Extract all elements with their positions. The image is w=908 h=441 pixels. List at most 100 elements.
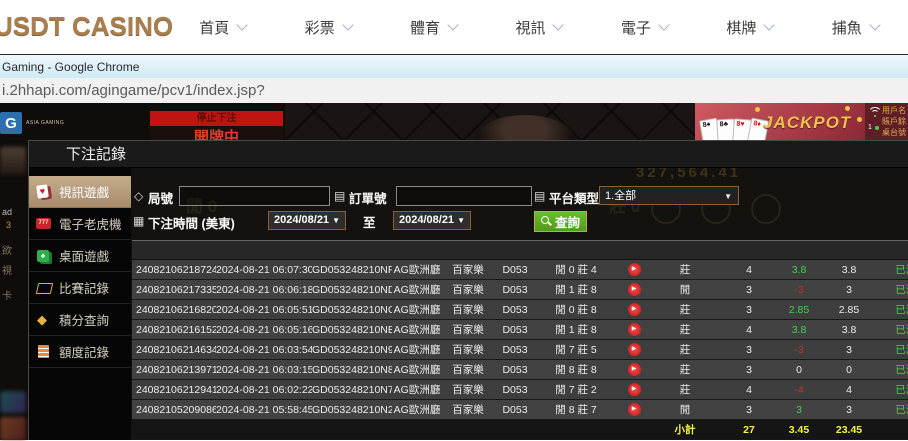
bet-records-modal: 下注記錄 視訊遊戲 電子老虎機 桌面遊戲 比賽記錄 積分查詢	[28, 140, 908, 440]
card-suit-icon: ♥	[740, 121, 745, 128]
cell-platform: AG歐洲廳	[392, 262, 442, 277]
sidebar-item[interactable]: 比賽記錄	[29, 272, 131, 304]
cell-status: 已派彩	[880, 322, 908, 337]
cell-replay	[616, 303, 652, 316]
page-fragment: ad	[2, 207, 12, 217]
nav-item-label: 視訊	[515, 17, 545, 38]
nav-item[interactable]: 彩票	[305, 17, 352, 38]
table-row: 240821062168207 2024-08-21 06:05:51 GD05…	[132, 300, 908, 320]
cell-payout: 2.85	[780, 304, 818, 316]
sidebar-item[interactable]: 桌面遊戲	[29, 240, 131, 272]
subtotal-payout: 3.45	[780, 424, 818, 436]
sidebar-item[interactable]: 電子老虎機	[29, 208, 131, 240]
bet-time-label: 下注時間 (美東)	[148, 213, 235, 232]
subtotal-label: 小計	[652, 422, 718, 437]
sidebar-item[interactable]: 積分查詢	[29, 304, 131, 336]
cell-valid-bet: 3	[818, 404, 880, 416]
replay-button[interactable]	[628, 263, 641, 276]
cell-bet-on: 莊	[652, 342, 718, 357]
cell-replay	[616, 343, 652, 356]
jackpot-label: JACKPOT	[763, 113, 851, 133]
order-no-input[interactable]	[396, 186, 532, 206]
cell-bet-time: 2024-08-21 06:02:22	[216, 384, 312, 396]
replay-button[interactable]	[628, 303, 641, 316]
wifi-icon	[868, 107, 882, 119]
cell-order-no: 240821062129410	[132, 384, 216, 396]
cell-replay	[616, 363, 652, 376]
clipboard-icon: ▤	[334, 189, 345, 203]
cell-valid-bet: 3	[818, 284, 880, 296]
cell-total-bet: 3	[718, 304, 780, 316]
cell-platform: AG歐洲廳	[392, 382, 442, 397]
chrome-titlebar[interactable]: Gaming - Google Chrome	[0, 54, 908, 78]
cell-table-no: D053	[494, 364, 536, 376]
sidebar-item-label: 積分查詢	[59, 310, 109, 329]
cell-order-no: 240821062146342	[132, 344, 216, 356]
cell-game-type: 百家樂	[442, 282, 494, 297]
date-from-picker[interactable]: 2024/08/21▼	[268, 211, 346, 230]
cell-game-type: 百家樂	[442, 382, 494, 397]
cell-valid-bet: 3	[818, 344, 880, 356]
card-suit-icon: ♣	[723, 121, 728, 128]
site-logo: USDT CASINO	[0, 11, 173, 42]
cell-result: 閒 7 莊 5	[536, 342, 616, 357]
cell-bet-on: 莊	[652, 382, 718, 397]
chevron-down-icon	[764, 19, 775, 30]
cell-total-bet: 3	[718, 344, 780, 356]
sidebar-item-icon	[36, 280, 53, 296]
round-no-input[interactable]	[179, 186, 330, 206]
date-to-picker[interactable]: 2024/08/21▼	[393, 211, 471, 230]
background-blur	[0, 391, 26, 413]
cell-replay	[616, 263, 652, 276]
cell-round-no: GD053248210N2	[312, 404, 392, 416]
cell-bet-time: 2024-08-21 06:06:18	[216, 284, 312, 296]
nav-item-label: 捕魚	[832, 17, 862, 38]
platform-type-select[interactable]: 1.全部 ▼	[599, 186, 739, 205]
replay-button[interactable]	[628, 343, 641, 356]
cell-round-no: GD053248210N7	[312, 384, 392, 396]
nav-item[interactable]: 捕魚	[832, 17, 879, 38]
status-dot	[875, 126, 879, 130]
nav-item[interactable]: 電子	[621, 17, 668, 38]
sidebar-item[interactable]: 額度記錄	[29, 336, 131, 368]
nav-item[interactable]: 首頁	[199, 17, 246, 38]
cell-status: 已派彩	[880, 342, 908, 357]
sidebar-item-icon	[36, 184, 53, 200]
modal-sidebar: 視訊遊戲 電子老虎機 桌面遊戲 比賽記錄 積分查詢 額度記錄	[29, 168, 131, 440]
cell-table-no: D053	[494, 384, 536, 396]
replay-button[interactable]	[628, 283, 641, 296]
cell-game-type: 百家樂	[442, 302, 494, 317]
background-blur	[0, 417, 26, 441]
nav-item[interactable]: 視訊	[515, 17, 562, 38]
replay-button[interactable]	[628, 363, 641, 376]
nav-item[interactable]: 棋牌	[726, 17, 773, 38]
subtotal-row: 小計 27 3.45 23.45	[132, 420, 908, 440]
cell-platform: AG歐洲廳	[392, 282, 442, 297]
nav-item[interactable]: 體育	[410, 17, 457, 38]
modal-title: 下注記錄	[29, 141, 908, 168]
dropdown-caret-icon: ▼	[332, 216, 340, 225]
cell-game-type: 百家樂	[442, 402, 494, 417]
nav-item-label: 電子	[621, 17, 651, 38]
coin-icon	[857, 117, 862, 122]
replay-button[interactable]	[628, 403, 641, 416]
to-label: 至	[363, 212, 376, 231]
search-button[interactable]: 查詢	[534, 211, 587, 232]
cell-order-no: 240821062173354	[132, 284, 216, 296]
cell-bet-on: 莊	[652, 262, 718, 277]
provider-name: ASIA GAMING	[26, 120, 64, 126]
cell-bet-time: 2024-08-21 06:03:54	[216, 344, 312, 356]
cell-status: 已派彩	[880, 402, 908, 417]
cell-round-no: GD053248210NF	[312, 264, 392, 276]
jackpot-panel: 8♠8♣8♥8♦ JACKPOT	[695, 103, 865, 140]
replay-button[interactable]	[628, 323, 641, 336]
sidebar-item[interactable]: 視訊遊戲	[29, 176, 131, 208]
magnifier-icon	[541, 216, 552, 227]
cell-valid-bet: 3.8	[818, 324, 880, 336]
platform-type-value: 1.全部	[605, 190, 636, 202]
chrome-urlbar[interactable]: i.2hhapi.com/agingame/pcv1/index.jsp?	[0, 78, 908, 104]
dropdown-caret-icon: ▼	[457, 216, 465, 225]
replay-button[interactable]	[628, 383, 641, 396]
cell-round-no: GD053248210ND	[312, 284, 392, 296]
cell-order-no: 240821052090861	[132, 404, 216, 416]
